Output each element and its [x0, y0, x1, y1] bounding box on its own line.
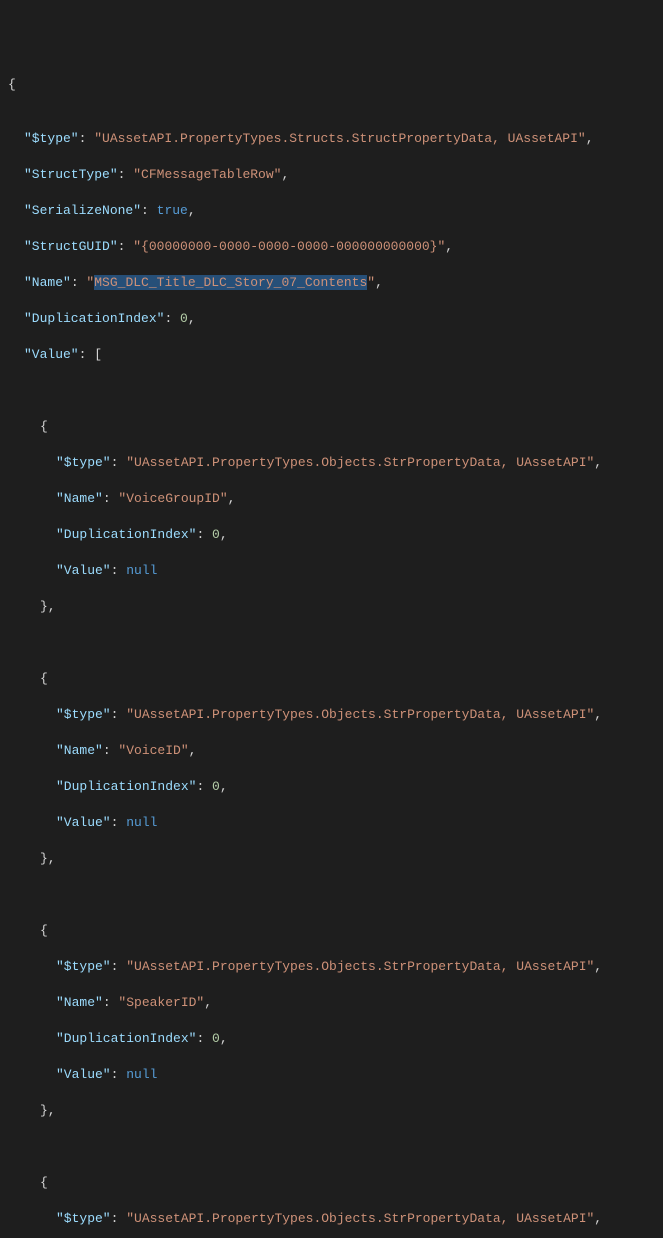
json-key: "StructGUID" — [24, 239, 118, 254]
json-string: "UAssetAPI.PropertyTypes.Structs.StructP… — [94, 131, 585, 146]
json-line: "$type": "UAssetAPI.PropertyTypes.Object… — [0, 454, 663, 472]
json-key: "DuplicationIndex" — [56, 779, 196, 794]
json-number: 0 — [212, 527, 220, 542]
json-line: { — [0, 418, 663, 436]
json-null: null — [126, 815, 157, 830]
json-number: 0 — [212, 1031, 220, 1046]
json-line: "Value": null — [0, 1066, 663, 1084]
json-key: "$type" — [56, 959, 111, 974]
json-string: " — [367, 275, 375, 290]
json-string: "VoiceGroupID" — [118, 491, 227, 506]
json-line: { — [0, 922, 663, 940]
json-line: "Value": null — [0, 814, 663, 832]
json-key: "$type" — [56, 707, 111, 722]
json-key: "Name" — [56, 491, 103, 506]
json-line: { — [0, 670, 663, 688]
brace-open: { — [40, 1175, 48, 1190]
json-line: "$type": "UAssetAPI.PropertyTypes.Object… — [0, 706, 663, 724]
json-key: "Name" — [24, 275, 71, 290]
json-string: "UAssetAPI.PropertyTypes.Objects.StrProp… — [126, 959, 594, 974]
json-key: "SerializeNone" — [24, 203, 141, 218]
json-line: "SerializeNone": true, — [0, 202, 663, 220]
json-key: "Value" — [56, 1067, 111, 1082]
json-line: "Name": "VoiceGroupID", — [0, 490, 663, 508]
json-key: "Name" — [56, 743, 103, 758]
json-key: "$type" — [24, 131, 79, 146]
brace-open: { — [40, 923, 48, 938]
json-line: "DuplicationIndex": 0, — [0, 526, 663, 544]
json-key: "$type" — [56, 1211, 111, 1226]
json-line: "DuplicationIndex": 0, — [0, 778, 663, 796]
json-key: "Value" — [56, 815, 111, 830]
brace-close: }, — [40, 599, 56, 614]
json-null: null — [126, 1067, 157, 1082]
json-string: "SpeakerID" — [118, 995, 204, 1010]
json-string: "{00000000-0000-0000-0000-000000000000}" — [133, 239, 445, 254]
json-string: "CFMessageTableRow" — [133, 167, 281, 182]
json-key: "Value" — [24, 347, 79, 362]
json-string: "UAssetAPI.PropertyTypes.Objects.StrProp… — [126, 1211, 594, 1226]
json-string: "VoiceID" — [118, 743, 188, 758]
json-line: "Value": null — [0, 562, 663, 580]
json-key: "DuplicationIndex" — [24, 311, 164, 326]
brace-open: { — [8, 77, 16, 92]
json-string: "UAssetAPI.PropertyTypes.Objects.StrProp… — [126, 455, 594, 470]
json-line: }, — [0, 1102, 663, 1120]
json-line: "DuplicationIndex": 0, — [0, 1030, 663, 1048]
json-line: "StructType": "CFMessageTableRow", — [0, 166, 663, 184]
json-line: "StructGUID": "{00000000-0000-0000-0000-… — [0, 238, 663, 256]
json-line: "DuplicationIndex": 0, — [0, 310, 663, 328]
brace-close: }, — [40, 1103, 56, 1118]
bracket-open: [ — [94, 347, 102, 362]
json-line: }, — [0, 850, 663, 868]
json-line: "Name": "MSG_DLC_Title_DLC_Story_07_Cont… — [0, 274, 663, 292]
json-null: null — [126, 563, 157, 578]
json-bool: true — [157, 203, 188, 218]
json-string: "UAssetAPI.PropertyTypes.Objects.StrProp… — [126, 707, 594, 722]
json-key: "DuplicationIndex" — [56, 527, 196, 542]
json-line: }, — [0, 598, 663, 616]
brace-open: { — [40, 671, 48, 686]
json-key: "Value" — [56, 563, 111, 578]
json-line: "$type": "UAssetAPI.PropertyTypes.Object… — [0, 958, 663, 976]
json-line: "Name": "VoiceID", — [0, 742, 663, 760]
json-key: "Name" — [56, 995, 103, 1010]
json-key: "$type" — [56, 455, 111, 470]
json-line: "$type": "UAssetAPI.PropertyTypes.Object… — [0, 1210, 663, 1228]
brace-open: { — [40, 419, 48, 434]
json-line: "$type": "UAssetAPI.PropertyTypes.Struct… — [0, 130, 663, 148]
selected-text[interactable]: MSG_DLC_Title_DLC_Story_07_Contents — [94, 275, 367, 290]
json-line: { — [0, 1174, 663, 1192]
json-key: "DuplicationIndex" — [56, 1031, 196, 1046]
json-line: "Name": "SpeakerID", — [0, 994, 663, 1012]
json-key: "StructType" — [24, 167, 118, 182]
json-line: { — [0, 76, 663, 94]
json-line: "Value": [ — [0, 346, 663, 364]
json-number: 0 — [180, 311, 188, 326]
brace-close: }, — [40, 851, 56, 866]
json-number: 0 — [212, 779, 220, 794]
